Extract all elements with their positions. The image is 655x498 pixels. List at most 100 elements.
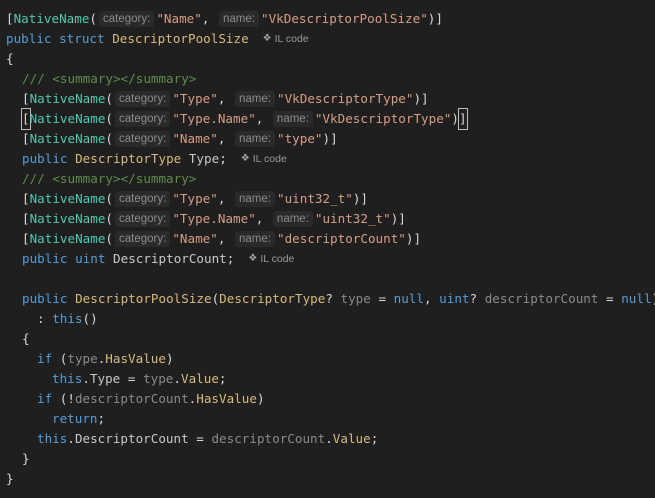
keyword: uint — [439, 291, 470, 306]
bracket: )] — [413, 91, 429, 106]
string-literal: "VkDescriptorPoolSize" — [260, 11, 428, 26]
keyword: public — [6, 31, 52, 46]
semicolon: ; — [370, 431, 379, 446]
keyword: public — [22, 151, 68, 166]
keyword: return — [52, 411, 98, 426]
matched-bracket: ] — [458, 108, 468, 130]
member-name: HasValue — [196, 391, 257, 406]
keyword: this — [52, 311, 83, 326]
code-line-12: [NativeName(category: "Name", name: "descr… — [22, 229, 421, 249]
comma: , — [255, 111, 264, 126]
code-line-1: [NativeName(category: "Name", name: "VkDes… — [6, 9, 443, 29]
parameter-name: type — [143, 371, 174, 386]
attribute-name: NativeName — [13, 11, 90, 26]
parameter-hint: category: — [115, 191, 171, 207]
code-line-18: this. Type = type. Value; — [52, 369, 227, 389]
code-lens[interactable]: ❖ IL code — [263, 29, 309, 49]
parameter-hint: category: — [115, 211, 171, 227]
comma: , — [217, 91, 226, 106]
parameter-name: type — [340, 291, 371, 306]
code-lens[interactable]: ❖ IL code — [248, 249, 294, 269]
code-lens-label: IL code — [274, 33, 309, 45]
parameter-hint: name: — [235, 131, 275, 147]
paren: ( — [89, 11, 98, 26]
operator: = — [378, 291, 387, 306]
code-lens-label: IL code — [260, 253, 295, 265]
dot: . — [325, 431, 333, 446]
keyword: if — [37, 391, 53, 406]
bracket: [ — [22, 191, 30, 206]
parameter-name: descriptorCount — [484, 291, 599, 306]
keyword: uint — [75, 251, 106, 266]
semicolon: ; — [218, 371, 227, 386]
parameter-hint: name: — [235, 191, 275, 207]
constructor-name: DescriptorPoolSize — [75, 291, 212, 306]
keyword: if — [37, 351, 53, 366]
parameter-hint: name: — [235, 231, 275, 247]
string-literal: "Type" — [172, 191, 218, 206]
code-line-16: { — [22, 329, 30, 349]
colon: : — [37, 311, 45, 326]
bracket: )] — [405, 231, 422, 246]
code-line-17: if (type. HasValue) — [37, 349, 174, 369]
string-literal: "Name" — [172, 131, 218, 146]
code-lens-label: IL code — [252, 153, 287, 165]
bracket: [ — [6, 11, 14, 26]
type-name: DescriptorPoolSize — [112, 31, 249, 46]
member-name: DescriptorCount — [74, 431, 189, 446]
brace: } — [22, 451, 30, 466]
code-line-2: public struct DescriptorPoolSize ❖ IL code — [6, 29, 309, 49]
brace: } — [6, 471, 14, 486]
bracket: [ — [22, 211, 30, 226]
code-line-22: } — [22, 449, 30, 469]
bracket: )] — [390, 211, 406, 226]
brace: { — [22, 331, 30, 346]
member-name: Value — [181, 371, 219, 386]
paren: ( — [105, 211, 114, 226]
keyword: public — [22, 291, 68, 306]
type-name: DescriptorType — [75, 151, 182, 166]
semicolon: ; — [219, 151, 227, 166]
code-lens[interactable]: ❖ IL code — [241, 149, 287, 169]
attribute-name: NativeName — [29, 111, 106, 126]
member-name: Type — [89, 371, 121, 386]
keyword: this — [52, 371, 83, 386]
paren: ) — [451, 111, 459, 126]
code-line-10: [NativeName(category: "Type", name: "uint3… — [22, 189, 368, 209]
nullable-mark: ? — [325, 291, 333, 306]
member-name: Value — [332, 431, 371, 446]
code-editor[interactable]: [NativeName(category: "Name", name: "VkDes… — [0, 0, 655, 498]
bracket: [ — [22, 131, 30, 146]
dot: . — [188, 391, 197, 406]
paren: () — [82, 311, 98, 326]
paren: ( — [211, 291, 220, 306]
dot: . — [82, 371, 90, 386]
code-line-4: /// <summary></summary> — [22, 69, 196, 89]
member-name: HasValue — [105, 351, 166, 366]
doc-comment: /// <summary></summary> — [22, 171, 197, 186]
paren: ) — [652, 289, 655, 309]
parameter-hint: category: — [115, 91, 171, 107]
string-literal: "uint32_t" — [314, 211, 391, 226]
parameter-hint: name: — [272, 111, 313, 127]
parameter-hint: category: — [115, 111, 171, 127]
code-line-6: [NativeName(category: "Type.Name", name: "… — [21, 108, 468, 130]
comma: , — [255, 211, 264, 226]
bracket: [ — [22, 91, 30, 106]
string-literal: "Type.Name" — [172, 111, 256, 126]
semicolon: ; — [97, 411, 106, 426]
paren: (! — [59, 391, 75, 406]
string-literal: "Type" — [172, 91, 218, 106]
operator: = — [196, 431, 204, 446]
bracket: )] — [322, 131, 338, 146]
string-literal: "VkDescriptorType" — [314, 111, 452, 126]
paren: ( — [105, 91, 114, 106]
bracket: [ — [22, 231, 30, 246]
parameter-hint: name: — [235, 91, 275, 107]
il-code-icon: ❖ — [248, 253, 258, 264]
attribute-name: NativeName — [29, 91, 106, 106]
string-literal: "VkDescriptorType" — [276, 91, 414, 106]
paren: ) — [165, 351, 174, 366]
operator: = — [606, 291, 614, 306]
string-literal: "Name" — [156, 11, 202, 26]
